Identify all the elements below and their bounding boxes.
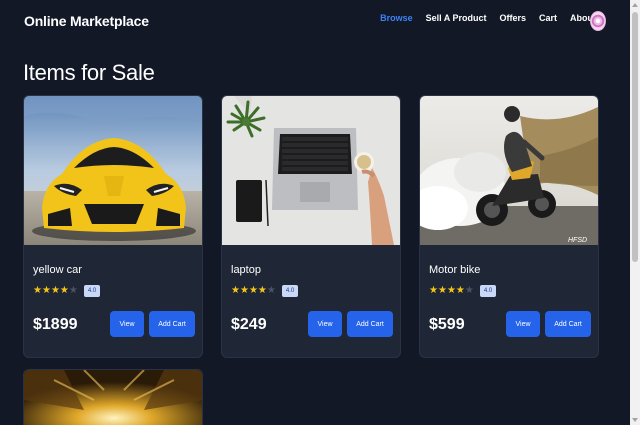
star-icon: ★ — [59, 285, 69, 296]
product-card: laptop ★ ★ ★ ★ ★ 4.0 $249 View Add Cart — [221, 95, 401, 358]
product-card — [23, 369, 203, 425]
product-image-forest-road[interactable] — [24, 370, 202, 425]
product-image-laptop[interactable] — [222, 96, 400, 245]
nav-link-sell-a-product[interactable]: Sell A Product — [426, 13, 487, 23]
nav-link-cart[interactable]: Cart — [539, 13, 557, 23]
product-price: $1899 — [33, 316, 78, 333]
product-price: $249 — [231, 316, 267, 333]
add-cart-button[interactable]: Add Cart — [545, 311, 591, 337]
star-rating: ★ ★ ★ ★ ★ — [429, 286, 474, 296]
rating-badge: 4.0 — [480, 285, 496, 297]
star-icon: ★ — [429, 285, 438, 296]
star-rating: ★ ★ ★ ★ ★ — [231, 286, 276, 296]
star-icon: ★ — [41, 285, 51, 296]
star-icon: ★ — [446, 285, 456, 296]
navbar: Online Marketplace Browse Sell A Product… — [0, 0, 630, 42]
product-price: $599 — [429, 316, 465, 333]
product-card: yellow car ★ ★ ★ ★ ★ 4.0 $1899 View Add Cart — [23, 95, 203, 358]
svg-text:HFSD: HFSD — [568, 237, 587, 244]
star-icon: ★ — [455, 285, 465, 296]
scroll-up-arrow-icon[interactable] — [632, 3, 638, 7]
product-image-motor-bike[interactable]: HFSD — [420, 96, 598, 245]
add-cart-button[interactable]: Add Cart — [347, 311, 393, 337]
view-button[interactable]: View — [110, 311, 144, 337]
product-card: HFSD Motor bike ★ ★ ★ ★ ★ 4.0 $599 View Add … — [419, 95, 599, 358]
view-button[interactable]: View — [506, 311, 540, 337]
avatar[interactable] — [590, 11, 606, 31]
star-empty-icon: ★ — [68, 285, 78, 296]
nav-link-offers[interactable]: Offers — [499, 13, 526, 23]
star-icon: ★ — [257, 285, 267, 296]
view-button[interactable]: View — [308, 311, 342, 337]
star-icon: ★ — [239, 285, 249, 296]
star-icon: ★ — [231, 285, 240, 296]
page-title: Items for Sale — [23, 60, 155, 85]
brand-title[interactable]: Online Marketplace — [24, 13, 149, 29]
product-image-yellow-car[interactable] — [24, 96, 202, 245]
add-cart-button[interactable]: Add Cart — [149, 311, 195, 337]
rating-badge: 4.0 — [282, 285, 298, 297]
star-icon: ★ — [437, 285, 447, 296]
nav-link-browse[interactable]: Browse — [380, 13, 413, 23]
product-name: laptop — [231, 264, 261, 276]
scrollbar-thumb[interactable] — [632, 12, 638, 262]
scrollbar[interactable] — [630, 0, 640, 425]
product-name: Motor bike — [429, 264, 481, 276]
star-empty-icon: ★ — [266, 285, 276, 296]
star-empty-icon: ★ — [464, 285, 474, 296]
star-icon: ★ — [50, 285, 60, 296]
rating-badge: 4.0 — [84, 285, 100, 297]
product-name: yellow car — [33, 264, 82, 276]
scroll-down-arrow-icon[interactable] — [632, 418, 638, 422]
star-rating: ★ ★ ★ ★ ★ — [33, 286, 78, 296]
star-icon: ★ — [248, 285, 258, 296]
nav-links: Browse Sell A Product Offers Cart About — [380, 13, 596, 23]
star-icon: ★ — [33, 285, 42, 296]
